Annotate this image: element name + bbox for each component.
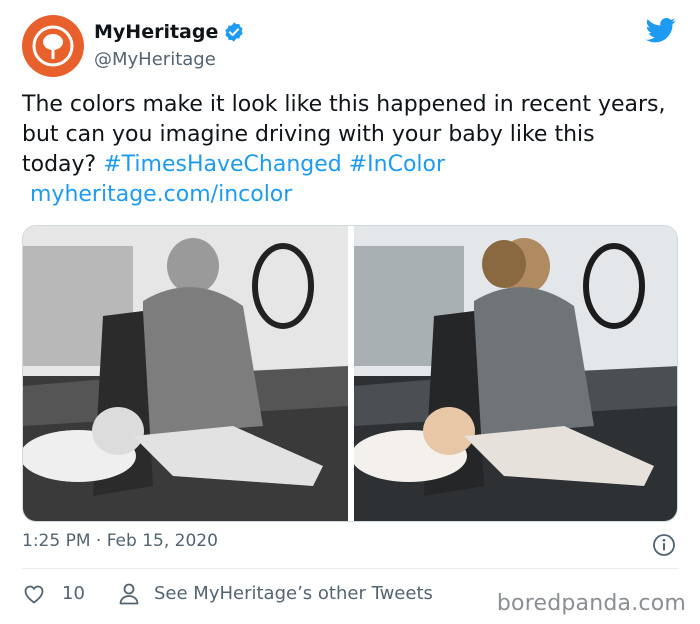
divider <box>22 568 678 569</box>
tweet-card: MyHeritage @MyHeritage The colors make i… <box>0 0 700 624</box>
photo-black-and-white[interactable] <box>23 226 348 522</box>
like-count: 10 <box>62 583 85 604</box>
tweet-header: MyHeritage @MyHeritage <box>22 15 678 77</box>
photo-colorized[interactable] <box>354 226 678 522</box>
tweet-text: The colors make it look like this happen… <box>22 90 672 210</box>
info-icon[interactable] <box>652 533 676 557</box>
tweet-media[interactable] <box>22 225 678 522</box>
twitter-bird-icon[interactable] <box>644 15 678 45</box>
hashtag-times-have-changed[interactable]: #TimesHaveChanged <box>103 152 342 177</box>
see-other-tweets-link[interactable]: See MyHeritage’s other Tweets <box>154 583 433 604</box>
tweet-link[interactable]: myheritage.com/incolor <box>22 180 672 210</box>
user-handle[interactable]: @MyHeritage <box>94 49 216 70</box>
display-name[interactable]: MyHeritage <box>94 21 218 43</box>
avatar[interactable] <box>22 15 84 77</box>
myheritage-logo-icon <box>32 25 74 67</box>
hashtag-in-color[interactable]: #InColor <box>349 152 445 177</box>
name-row: MyHeritage <box>94 21 245 43</box>
heart-icon[interactable] <box>22 582 46 606</box>
verified-badge-icon <box>225 22 243 42</box>
person-icon[interactable] <box>118 582 140 606</box>
watermark: boredpanda.com <box>496 591 686 616</box>
tweet-timestamp[interactable]: 1:25 PM · Feb 15, 2020 <box>22 531 218 551</box>
